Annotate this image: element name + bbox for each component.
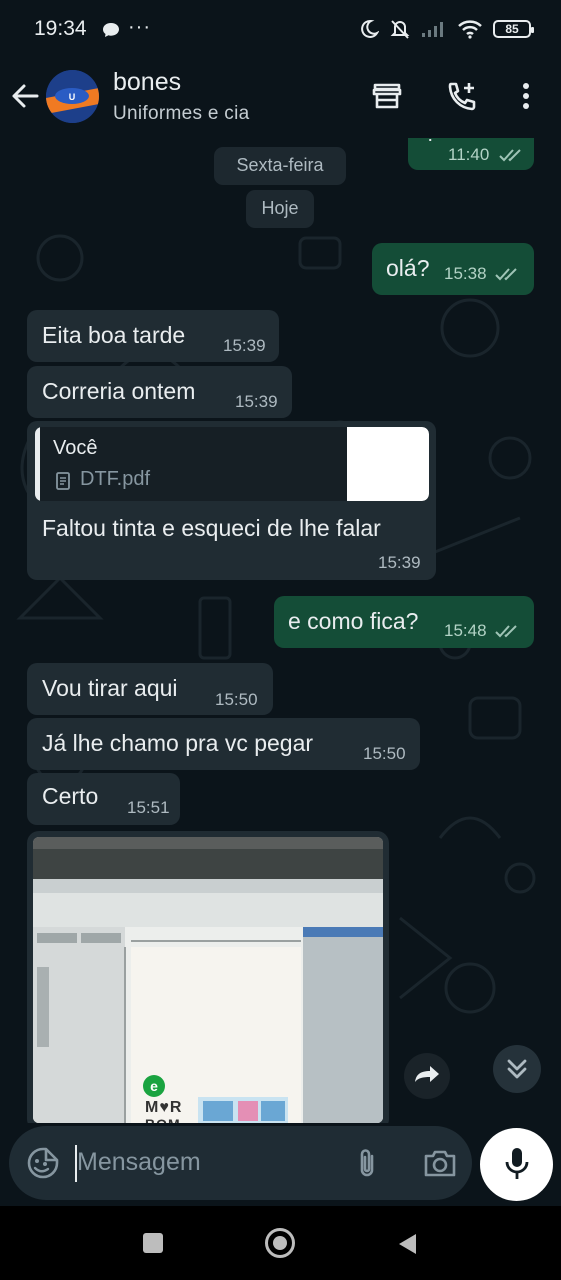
message-outgoing[interactable]: e como fica? 15:48	[274, 596, 534, 648]
image-photo[interactable]: e M♥R BOM	[33, 837, 383, 1123]
avatar-logo-icon: U	[46, 70, 99, 123]
nav-back-icon[interactable]	[396, 1232, 418, 1256]
message-text: olá?	[386, 255, 430, 281]
back-arrow-icon[interactable]	[10, 82, 40, 110]
svg-text:e: e	[150, 1078, 158, 1094]
document-icon	[56, 472, 70, 490]
message-text: Correria ontem	[42, 378, 196, 404]
attach-icon[interactable]	[354, 1146, 380, 1180]
message-text: e como fica?	[288, 608, 419, 634]
message-outgoing[interactable]: olá? 15:38	[372, 243, 534, 295]
forward-button[interactable]	[404, 1053, 450, 1099]
read-receipt-icon	[495, 268, 517, 281]
system-nav-bar	[0, 1206, 561, 1280]
photo-logo-text: M♥R	[145, 1099, 183, 1116]
message-time: 11:40	[448, 145, 490, 164]
status-time: 19:34	[34, 17, 87, 40]
wifi-icon	[458, 20, 482, 39]
mic-button[interactable]	[480, 1128, 553, 1201]
message-incoming[interactable]: Correria ontem 15:39	[27, 366, 292, 418]
scroll-down-button[interactable]	[493, 1045, 541, 1093]
contact-name[interactable]: bones	[113, 68, 181, 97]
mic-icon	[505, 1148, 529, 1179]
message-incoming[interactable]: Certo 15:51	[27, 773, 180, 825]
message-text: ?	[425, 138, 436, 147]
chat-header: U bones Uniformes e cia	[0, 60, 561, 138]
home-button[interactable]	[265, 1228, 295, 1258]
message-time: 15:50	[215, 690, 258, 709]
add-call-icon[interactable]	[445, 80, 479, 114]
message-incoming[interactable]: Eita boa tarde 15:39	[27, 310, 279, 362]
message-incoming[interactable]: Vou tirar aqui 15:50	[27, 663, 273, 715]
read-receipt-icon	[495, 625, 517, 638]
photo-logo-text: BOM	[145, 1116, 181, 1123]
message-text: Eita boa tarde	[42, 322, 186, 348]
message-text: Já lhe chamo pra vc pegar	[42, 730, 314, 756]
battery-icon: 85	[493, 20, 534, 38]
moon-icon	[361, 19, 379, 38]
svg-text:U: U	[69, 92, 76, 102]
message-time: 15:38	[444, 264, 487, 283]
message-time: 15:39	[378, 553, 421, 572]
message-incoming-reply[interactable]: Você DTF.pdf Faltou tinta e esqueci de l…	[27, 421, 436, 580]
forward-icon	[415, 1066, 439, 1082]
message-text: Vou tirar aqui	[42, 675, 178, 701]
quoted-message[interactable]: Você DTF.pdf	[35, 427, 429, 501]
message-text: Certo	[42, 783, 99, 809]
more-vert-icon[interactable]	[518, 80, 534, 112]
contact-subtitle[interactable]: Uniformes e cia	[113, 103, 250, 125]
message-outgoing[interactable]: ? 11:40	[408, 138, 534, 170]
quote-accent-bar	[35, 427, 40, 501]
message-incoming[interactable]: Já lhe chamo pra vc pegar 15:50	[27, 718, 420, 770]
composer: Mensagem	[0, 1123, 561, 1206]
quote-thumbnail	[347, 427, 429, 501]
scroll-down-icon	[507, 1059, 527, 1079]
message-time: 15:39	[235, 392, 278, 411]
emoji-icon[interactable]	[26, 1146, 60, 1180]
status-bar: 19:34 ··· 85	[0, 0, 561, 60]
photo-monitor-screen: e	[33, 837, 383, 1123]
date-separator: Hoje	[246, 190, 314, 228]
read-receipt-icon	[499, 149, 521, 162]
message-input[interactable]: Mensagem	[77, 1148, 201, 1177]
avatar[interactable]: U	[46, 70, 99, 123]
camera-icon[interactable]	[423, 1147, 457, 1179]
message-time: 15:39	[223, 336, 266, 355]
status-icons: 85	[359, 18, 534, 40]
message-notification-icon	[103, 23, 119, 37]
message-time: 15:48	[444, 621, 487, 640]
status-more-icon: ···	[128, 16, 151, 38]
message-time: 15:50	[363, 744, 406, 763]
chat-area[interactable]: ? 11:40 Sexta-feira Hoje olá? 15:38 Eita…	[0, 138, 561, 1123]
date-separator: Sexta-feira	[214, 147, 346, 185]
message-time: 15:51	[127, 798, 170, 817]
quote-author: Você	[53, 437, 98, 459]
message-text: Faltou tinta e esqueci de lhe falar	[42, 515, 381, 541]
quote-file-name: DTF.pdf	[80, 468, 151, 490]
recents-button[interactable]	[143, 1233, 163, 1253]
shop-icon[interactable]	[371, 80, 403, 112]
signal-icon	[422, 22, 443, 37]
mute-icon	[390, 20, 410, 39]
message-input-container[interactable]: Mensagem	[9, 1126, 472, 1200]
image-message[interactable]: e M♥R BOM	[27, 831, 389, 1123]
